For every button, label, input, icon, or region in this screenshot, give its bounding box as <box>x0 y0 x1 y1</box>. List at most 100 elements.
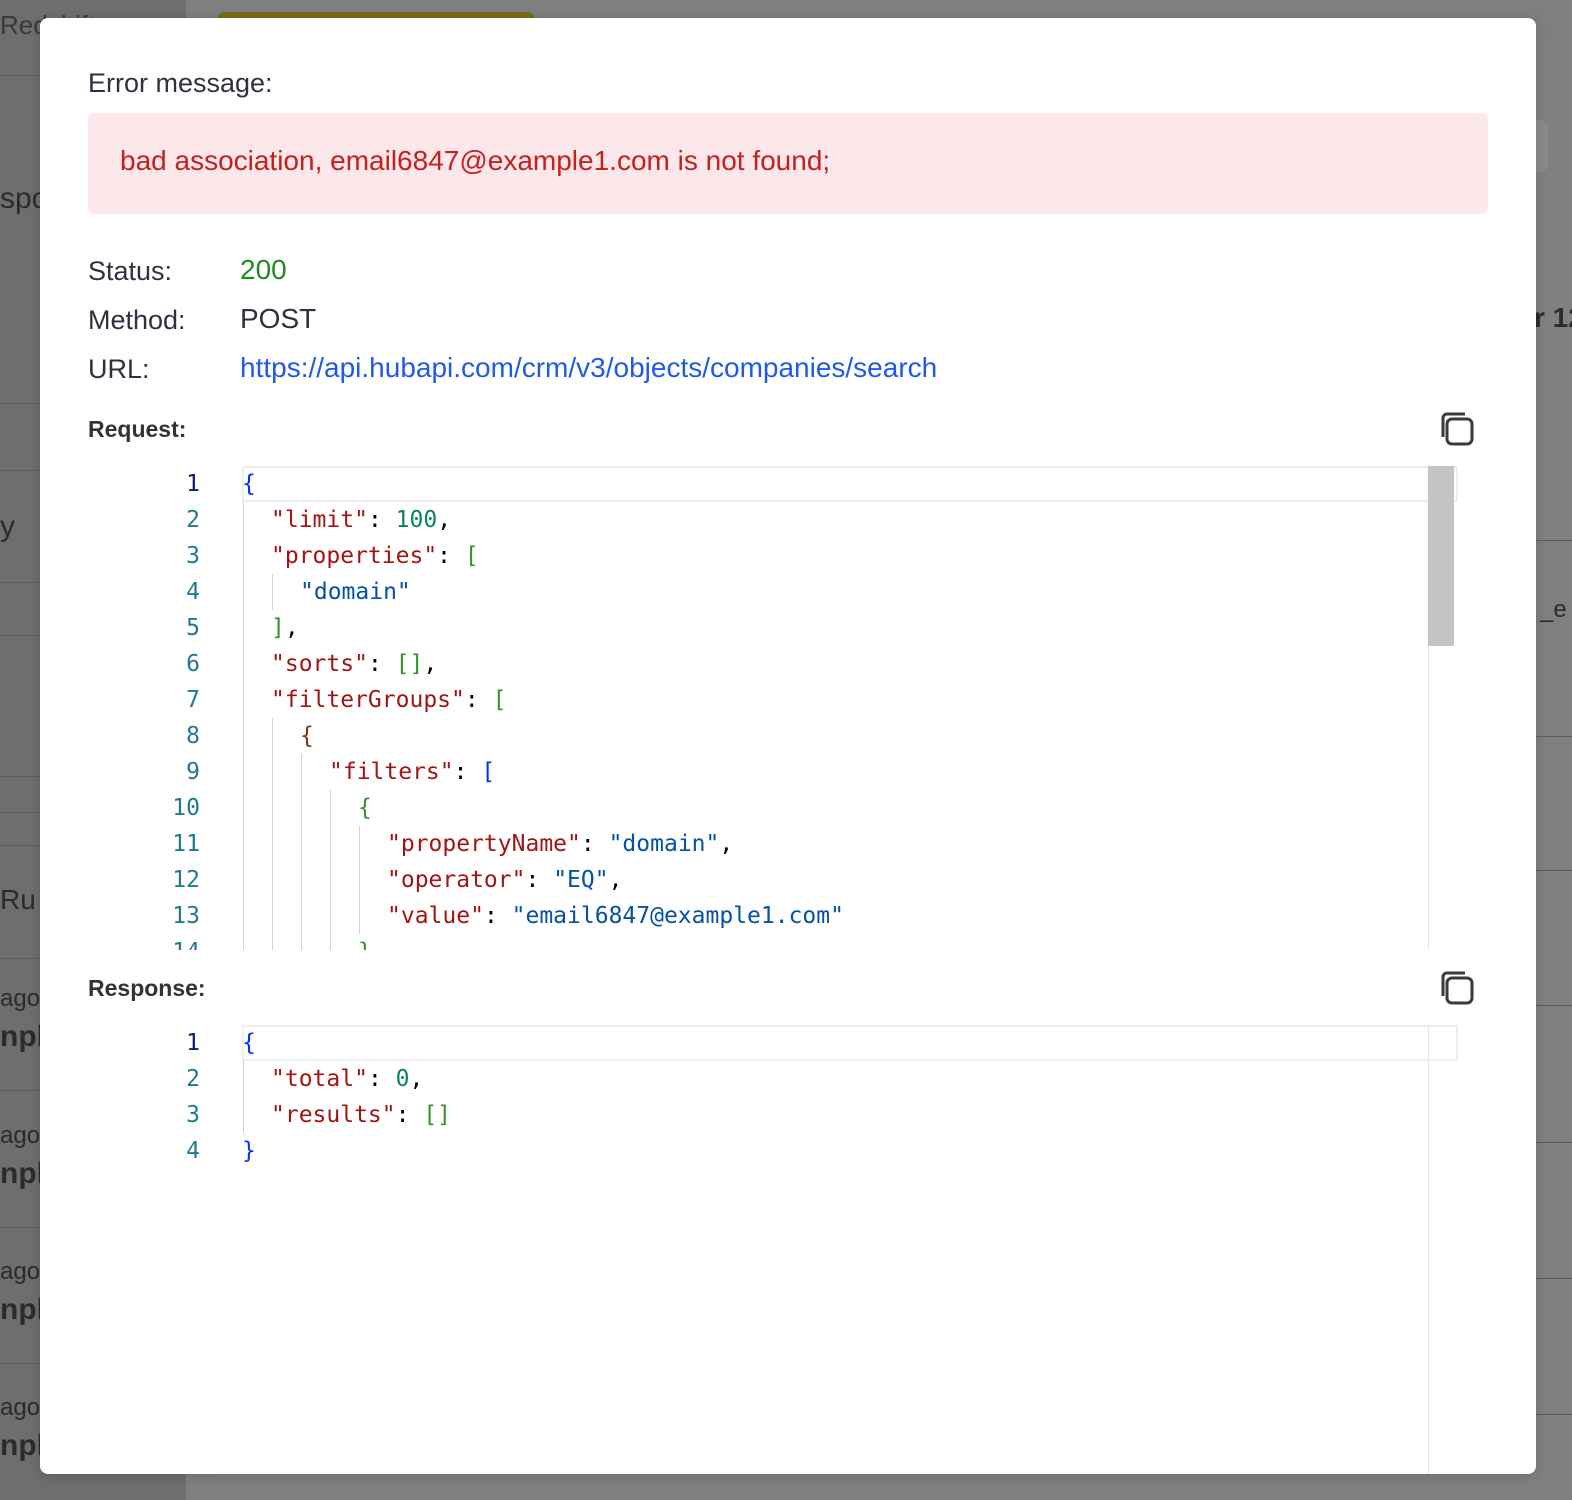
background-divider <box>1532 736 1572 737</box>
code-line: "filters": [ <box>329 759 496 785</box>
code-line: "sorts": [], <box>271 651 438 677</box>
json-number: 0 <box>395 1066 410 1092</box>
line-number: 2 <box>186 1066 200 1092</box>
current-line-highlight <box>242 1025 1458 1061</box>
line-number: 9 <box>186 759 200 785</box>
bracket: [ <box>492 687 507 713</box>
json-key: "sorts" <box>271 651 368 677</box>
line-number: 12 <box>172 867 200 893</box>
line-number: 11 <box>172 831 200 857</box>
code-line: { <box>300 718 314 754</box>
request-code-editor[interactable]: 1 2 3 4 5 6 7 8 9 10 11 12 13 14 { "limi… <box>140 466 1458 950</box>
request-scrollbar-thumb[interactable] <box>1428 466 1454 646</box>
json-string: "domain" <box>300 579 411 605</box>
background-text: npl <box>0 1293 45 1326</box>
background-text: _e <box>1540 596 1567 623</box>
code-line: } <box>358 934 372 950</box>
code-line: "filterGroups": [ <box>271 687 507 713</box>
indent-guide <box>272 574 273 610</box>
json-number: 100 <box>395 507 438 533</box>
line-number: 13 <box>172 903 200 929</box>
brace: } <box>242 1138 256 1164</box>
copy-icon <box>1441 412 1474 446</box>
json-string: "email6847@example1.com" <box>511 903 844 929</box>
json-key: "results" <box>271 1102 396 1128</box>
code-line: "results": [] <box>271 1102 452 1128</box>
indent-guide <box>359 826 360 934</box>
background-text: npl <box>0 1020 45 1053</box>
line-number: 4 <box>186 579 200 605</box>
indent-guide <box>243 502 244 950</box>
line-number: 1 <box>186 1030 200 1056</box>
line-number: 1 <box>186 471 200 497</box>
bracket: [] <box>395 651 424 677</box>
json-key: "total" <box>271 1066 368 1092</box>
request-label: Request: <box>88 416 187 442</box>
background-text: ago <box>0 985 41 1012</box>
json-key: "propertyName" <box>387 831 581 857</box>
bracket: ] <box>271 615 285 641</box>
json-key: "value" <box>387 903 484 929</box>
method-value: POST <box>240 303 317 334</box>
error-message-box: bad association, email6847@example1.com … <box>88 113 1488 214</box>
status-value: 200 <box>240 254 287 285</box>
background-divider <box>1532 1005 1572 1006</box>
bracket: [ <box>481 759 496 785</box>
code-line: } <box>242 1133 256 1169</box>
json-key: "properties" <box>271 543 438 569</box>
json-key: "operator" <box>387 867 526 893</box>
background-divider <box>1532 1414 1572 1415</box>
background-text: Ru <box>0 884 36 915</box>
json-string: "domain" <box>608 831 720 857</box>
copy-icon <box>1441 971 1474 1005</box>
background-divider <box>1532 870 1572 871</box>
json-key: "filterGroups" <box>271 687 465 713</box>
method-label: Method: <box>88 305 186 335</box>
response-code-editor[interactable]: 1 2 3 4 { "total": 0, "results": [] } <box>140 1025 1458 1474</box>
code-line: "value": "email6847@example1.com" <box>387 903 844 929</box>
copy-request-button[interactable] <box>1438 410 1478 450</box>
indent-guide <box>301 754 302 950</box>
line-number: 4 <box>186 1138 200 1164</box>
background-text: npl <box>0 1429 45 1462</box>
line-number: 10 <box>172 795 200 821</box>
url-label: URL: <box>88 354 150 384</box>
brace: } <box>358 939 372 950</box>
indent-guide <box>272 718 273 950</box>
response-scrollbar-track <box>1428 1025 1429 1474</box>
brace: { <box>358 795 372 821</box>
line-number: 2 <box>186 507 200 533</box>
background-text: ago <box>0 1394 41 1421</box>
code-line: "domain" <box>300 574 411 610</box>
json-string: "EQ" <box>553 867 609 893</box>
response-label: Response: <box>88 975 206 1001</box>
code-line: "properties": [ <box>271 543 479 569</box>
code-line: "propertyName": "domain", <box>387 831 734 857</box>
background-text: ago <box>0 1122 41 1149</box>
code-line: "total": 0, <box>271 1066 424 1092</box>
line-number: 3 <box>186 1102 200 1128</box>
line-number: 6 <box>186 651 200 677</box>
brace: { <box>300 723 314 749</box>
background-divider <box>1532 1142 1572 1143</box>
brace: { <box>242 471 256 497</box>
code-line: "operator": "EQ", <box>387 867 623 893</box>
error-message-text: bad association, email6847@example1.com … <box>120 145 831 176</box>
url-link[interactable]: https://api.hubapi.com/crm/v3/objects/co… <box>240 352 937 384</box>
code-line: { <box>242 1025 256 1061</box>
json-key: "limit" <box>271 507 368 533</box>
indent-guide <box>243 1061 244 1133</box>
status-label: Status: <box>88 256 173 286</box>
bracket: [] <box>423 1102 452 1128</box>
brace: { <box>242 1030 256 1056</box>
background-text: r 12 <box>1534 302 1572 333</box>
background-text: ago <box>0 1258 41 1285</box>
bracket: [ <box>464 543 479 569</box>
current-line-highlight <box>242 466 1458 502</box>
line-number: 8 <box>186 723 200 749</box>
line-number: 3 <box>186 543 200 569</box>
copy-response-button[interactable] <box>1438 969 1478 1009</box>
line-number: 14 <box>140 934 200 950</box>
background-input-edge <box>1536 120 1548 172</box>
json-key: "filters" <box>329 759 454 785</box>
